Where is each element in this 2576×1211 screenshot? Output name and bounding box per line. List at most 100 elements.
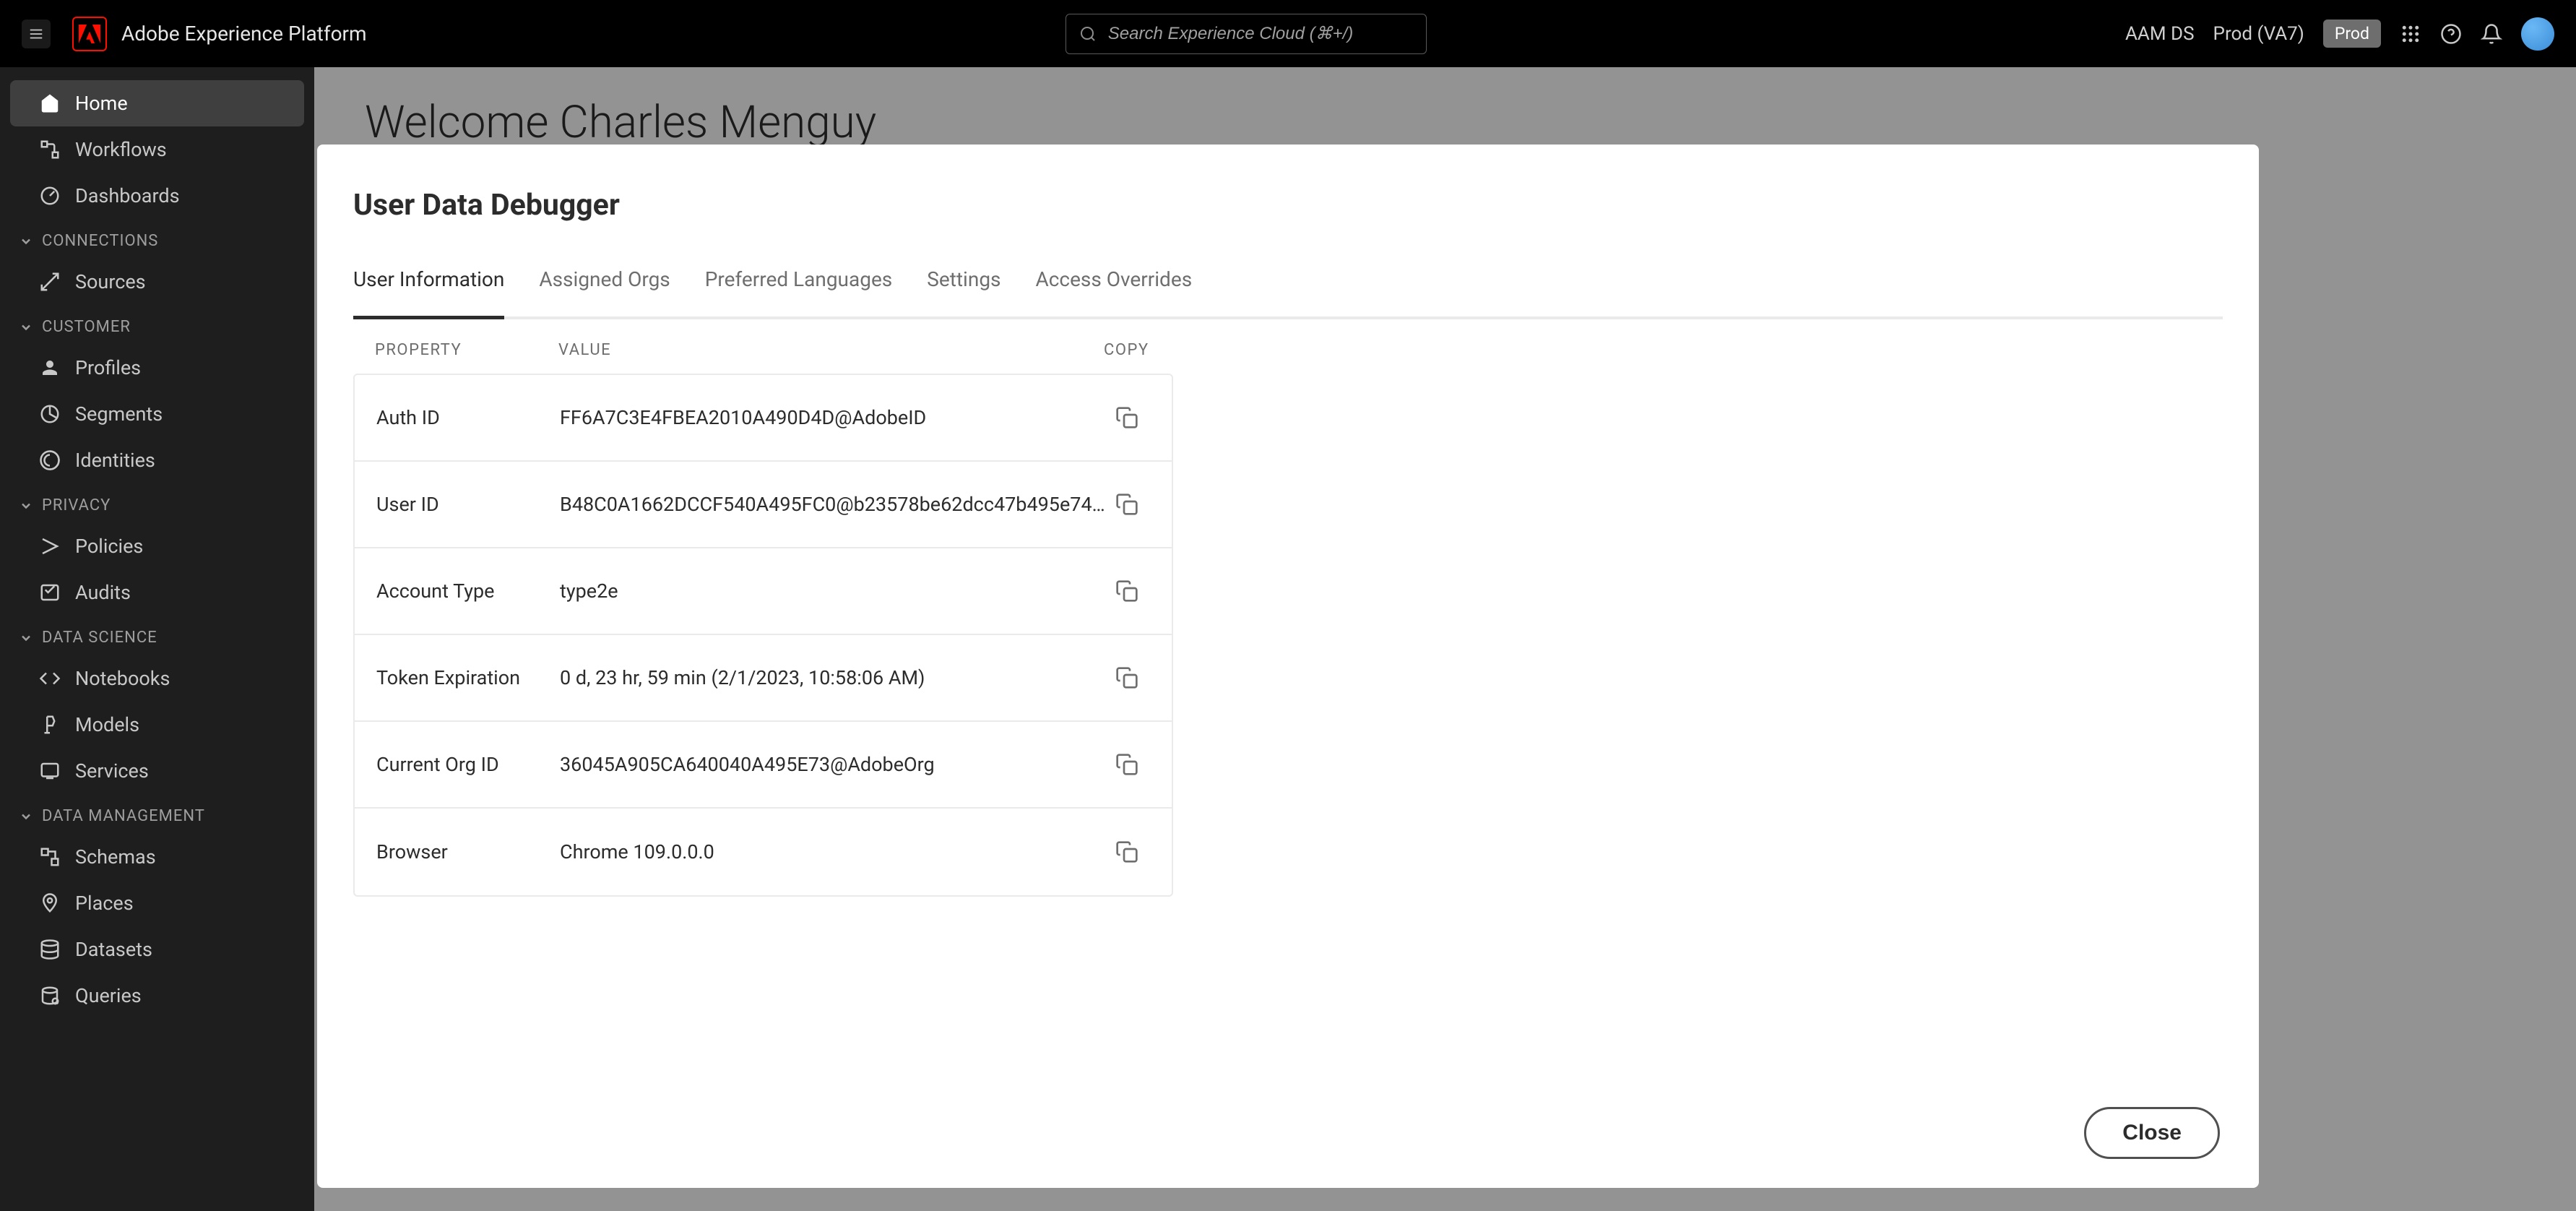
- nav-item-services[interactable]: Services: [0, 748, 314, 794]
- row-property: Current Org ID: [376, 753, 560, 776]
- nav-item-audits[interactable]: Audits: [0, 569, 314, 616]
- nav-section-privacy[interactable]: PRIVACY: [0, 483, 314, 523]
- tab-settings[interactable]: Settings: [927, 243, 1000, 319]
- modal-footer: Close: [353, 1107, 2223, 1159]
- copy-icon: [1115, 493, 1138, 516]
- nav-item-models[interactable]: Models: [0, 702, 314, 748]
- row-value: B48C0A1662DCCF540A495FC0@b23578be62dcc47…: [560, 493, 1105, 516]
- user-data-debugger-modal: User Data Debugger User Information Assi…: [317, 145, 2259, 1188]
- copy-button[interactable]: [1105, 406, 1149, 429]
- nav-item-identities[interactable]: Identities: [0, 437, 314, 483]
- workflows-icon: [39, 139, 61, 160]
- nav-item-places[interactable]: Places: [0, 880, 314, 926]
- debug-table-wrap: PROPERTY VALUE COPY Auth ID FF6A7C3E4FBE…: [353, 341, 2223, 897]
- segments-icon: [39, 403, 61, 425]
- row-property: Auth ID: [376, 406, 560, 429]
- nav-item-dashboards[interactable]: Dashboards: [0, 173, 314, 219]
- global-search[interactable]: [1066, 14, 1427, 54]
- nav-label: Places: [75, 892, 134, 915]
- top-header: Adobe Experience Platform AAM DS Prod (V…: [0, 0, 2576, 67]
- nav-label: Profiles: [75, 356, 141, 379]
- nav-label: Workflows: [75, 138, 167, 161]
- nav-item-datasets[interactable]: Datasets: [0, 926, 314, 973]
- audits-icon: [39, 582, 61, 603]
- region-label[interactable]: Prod (VA7): [2213, 23, 2304, 45]
- table-row: Current Org ID 36045A905CA640040A495E73@…: [355, 722, 1172, 809]
- nav-label: Datasets: [75, 938, 152, 961]
- section-title: CONNECTIONS: [42, 232, 158, 250]
- column-header-copy: COPY: [1104, 341, 1186, 359]
- help-icon: [2440, 23, 2462, 45]
- table-row: Account Type type2e: [355, 548, 1172, 635]
- table-row: Auth ID FF6A7C3E4FBEA2010A490D4D@AdobeID: [355, 375, 1172, 462]
- nav-section-data-management[interactable]: DATA MANAGEMENT: [0, 794, 314, 834]
- debug-table: Auth ID FF6A7C3E4FBEA2010A490D4D@AdobeID…: [353, 374, 1173, 897]
- row-property: Account Type: [376, 579, 560, 603]
- copy-button[interactable]: [1105, 753, 1149, 776]
- nav-item-sources[interactable]: Sources: [0, 259, 314, 305]
- search-icon: [1079, 25, 1097, 43]
- nav-label: Identities: [75, 449, 155, 472]
- queries-icon: [39, 985, 61, 1007]
- nav-item-schemas[interactable]: Schemas: [0, 834, 314, 880]
- notifications-button[interactable]: [2481, 23, 2502, 45]
- policies-icon: [39, 535, 61, 557]
- nav-item-segments[interactable]: Segments: [0, 391, 314, 437]
- nav-label: Home: [75, 92, 128, 115]
- table-row: Token Expiration 0 d, 23 hr, 59 min (2/1…: [355, 635, 1172, 722]
- nav-item-notebooks[interactable]: Notebooks: [0, 655, 314, 702]
- adobe-icon: [79, 23, 100, 45]
- tab-user-information[interactable]: User Information: [353, 243, 504, 319]
- topbar-right: AAM DS Prod (VA7) Prod: [2125, 17, 2554, 51]
- chevron-down-icon: [19, 809, 33, 824]
- column-header-value: VALUE: [558, 341, 1104, 359]
- adobe-logo[interactable]: [72, 17, 107, 51]
- org-label[interactable]: AAM DS: [2125, 23, 2195, 45]
- nav-label: Dashboards: [75, 184, 180, 207]
- copy-icon: [1115, 579, 1138, 603]
- services-icon: [39, 760, 61, 782]
- nav-label: Segments: [75, 402, 163, 426]
- nav-item-profiles[interactable]: Profiles: [0, 345, 314, 391]
- copy-icon: [1115, 753, 1138, 776]
- copy-button[interactable]: [1105, 493, 1149, 516]
- modal-tabs: User Information Assigned Orgs Preferred…: [353, 243, 2223, 319]
- row-value: 36045A905CA640040A495E73@AdobeOrg: [560, 753, 1105, 776]
- nav-item-policies[interactable]: Policies: [0, 523, 314, 569]
- copy-icon: [1115, 840, 1138, 863]
- chevron-down-icon: [19, 234, 33, 249]
- table-row: User ID B48C0A1662DCCF540A495FC0@b23578b…: [355, 462, 1172, 548]
- bell-icon: [2481, 23, 2502, 45]
- tab-access-overrides[interactable]: Access Overrides: [1036, 243, 1193, 319]
- apps-switcher-button[interactable]: [2400, 23, 2421, 45]
- profiles-icon: [39, 357, 61, 379]
- tab-assigned-orgs[interactable]: Assigned Orgs: [539, 243, 670, 319]
- copy-icon: [1115, 406, 1138, 429]
- hamburger-menu-button[interactable]: [22, 20, 51, 48]
- nav-item-home[interactable]: Home: [10, 80, 304, 126]
- row-value: Chrome 109.0.0.0: [560, 840, 1105, 863]
- copy-button[interactable]: [1105, 840, 1149, 863]
- chevron-down-icon: [19, 631, 33, 645]
- search-input[interactable]: [1108, 24, 1413, 44]
- help-button[interactable]: [2440, 23, 2462, 45]
- tab-preferred-languages[interactable]: Preferred Languages: [705, 243, 892, 319]
- copy-button[interactable]: [1105, 579, 1149, 603]
- nav-section-data-science[interactable]: DATA SCIENCE: [0, 616, 314, 655]
- row-value: 0 d, 23 hr, 59 min (2/1/2023, 10:58:06 A…: [560, 666, 1105, 689]
- table-row: Browser Chrome 109.0.0.0: [355, 809, 1172, 895]
- copy-button[interactable]: [1105, 666, 1149, 689]
- nav-label: Policies: [75, 535, 143, 558]
- close-button[interactable]: Close: [2084, 1107, 2220, 1159]
- section-title: DATA MANAGEMENT: [42, 807, 205, 825]
- left-navigation: Home Workflows Dashboards CONNECTIONS So…: [0, 67, 314, 1211]
- apps-grid-icon: [2400, 23, 2421, 45]
- topbar-center: [367, 14, 2125, 54]
- nav-section-connections[interactable]: CONNECTIONS: [0, 219, 314, 259]
- column-header-property: PROPERTY: [375, 341, 558, 359]
- nav-item-queries[interactable]: Queries: [0, 973, 314, 1019]
- row-property: Token Expiration: [376, 666, 560, 689]
- nav-section-customer[interactable]: CUSTOMER: [0, 305, 314, 345]
- user-avatar[interactable]: [2521, 17, 2554, 51]
- nav-item-workflows[interactable]: Workflows: [0, 126, 314, 173]
